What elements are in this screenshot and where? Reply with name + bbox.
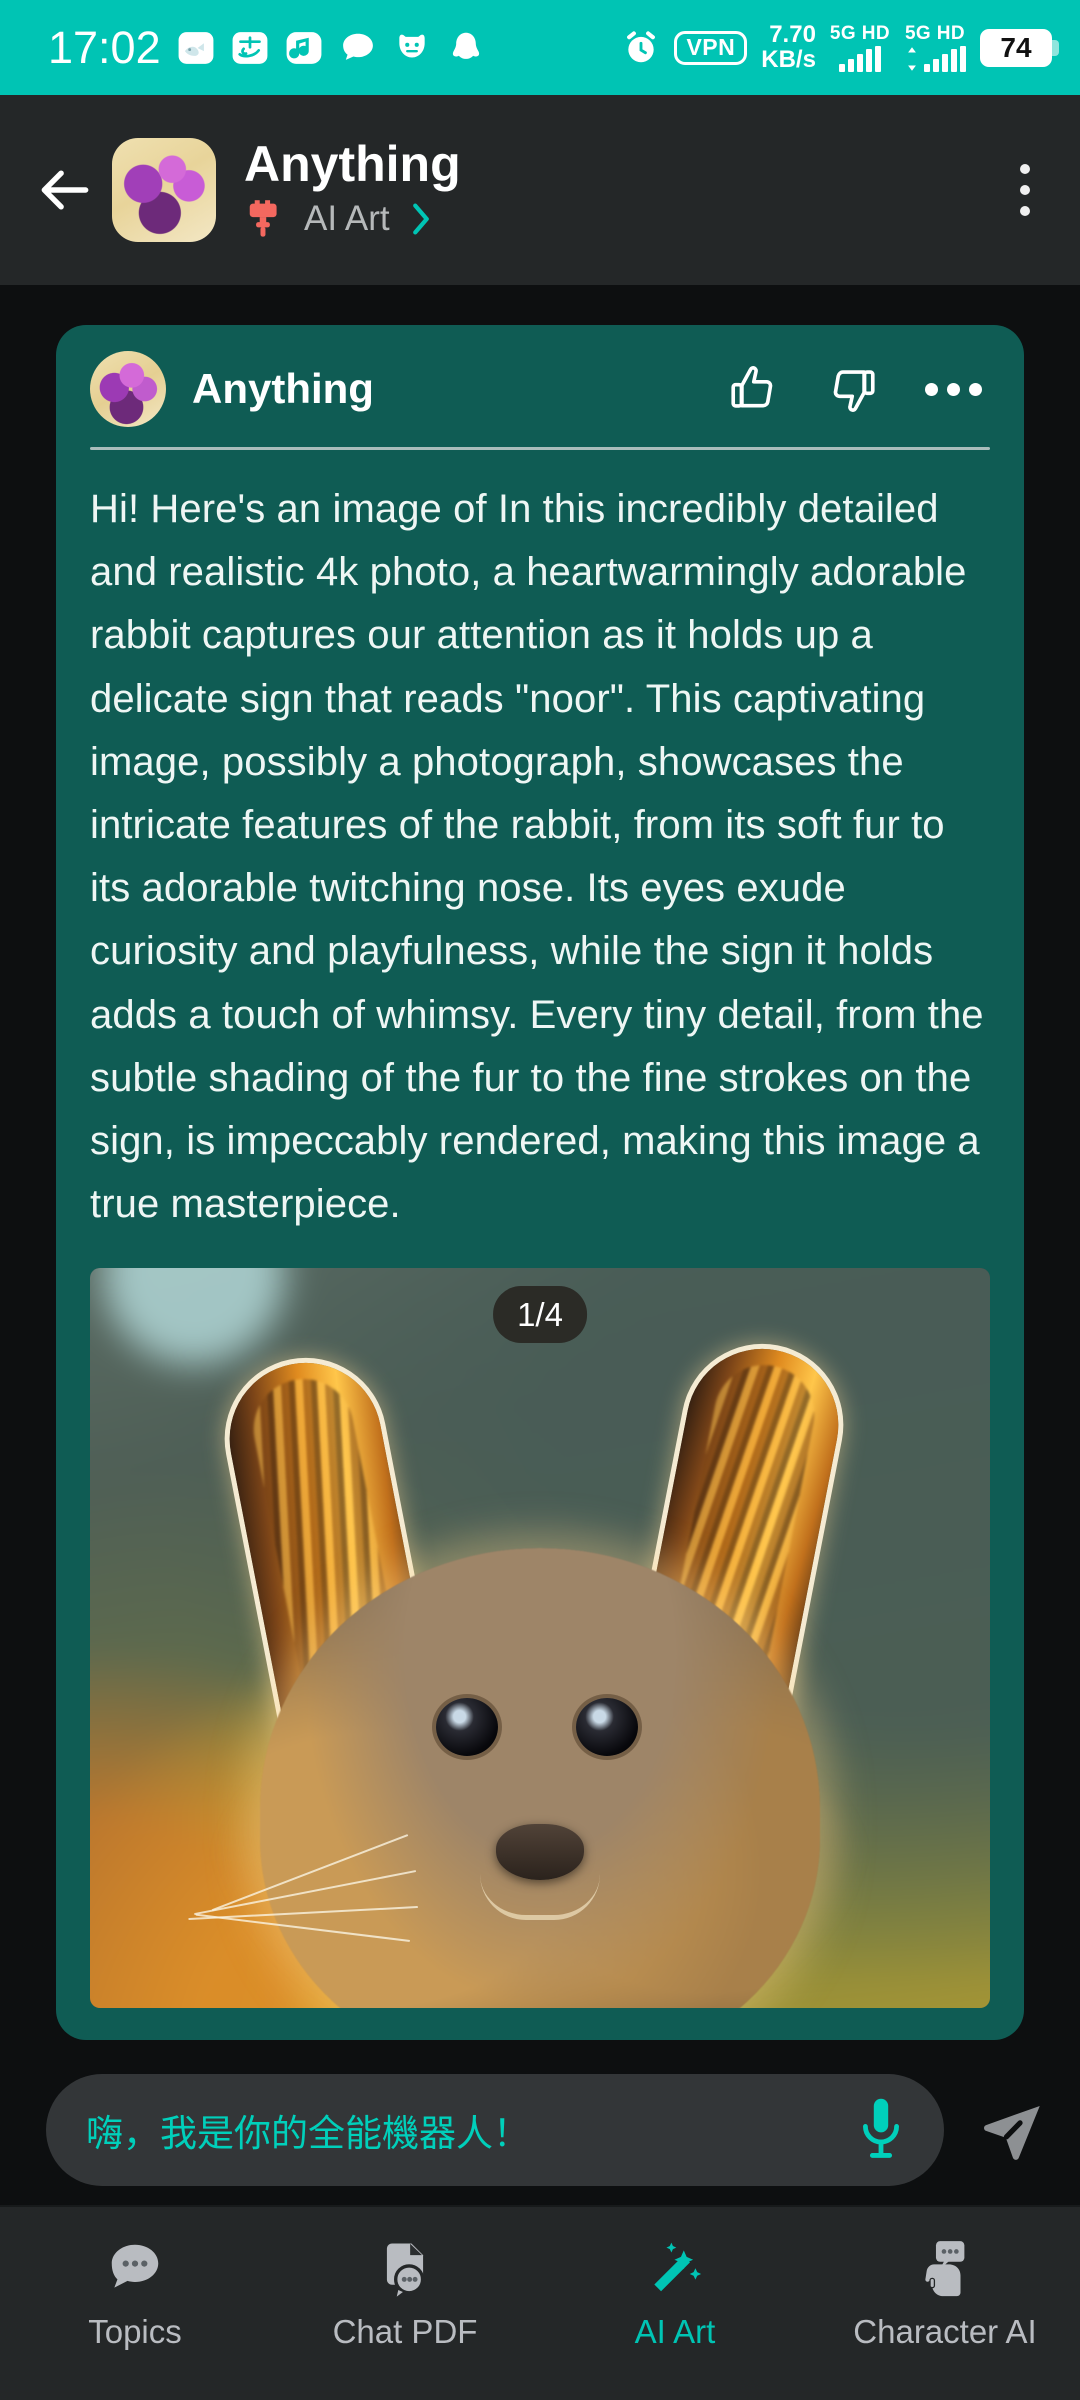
battery-indicator: 74 bbox=[980, 28, 1059, 67]
network-speed-value: 7.70 bbox=[769, 20, 816, 48]
generated-image-container[interactable]: 1/4 bbox=[90, 1268, 990, 2009]
rabbit-eye-right bbox=[576, 1698, 638, 1757]
status-bar-left: 17:02 bbox=[48, 22, 485, 74]
music-note-icon bbox=[286, 31, 322, 64]
chevron-right-icon bbox=[412, 203, 429, 235]
sim2-signal: 5G HD bbox=[904, 23, 966, 72]
whale-icon bbox=[178, 31, 214, 64]
nav-label-character-ai: Character AI bbox=[853, 2313, 1037, 2350]
nav-label-ai-art: AI Art bbox=[634, 2313, 716, 2350]
character-ai-icon bbox=[925, 2241, 965, 2297]
status-clock: 17:02 bbox=[48, 21, 161, 73]
sim1-bars bbox=[838, 46, 881, 72]
qq-penguin-icon bbox=[452, 32, 479, 59]
network-speed-unit: KB/s bbox=[761, 45, 816, 73]
nav-item-chat-pdf[interactable]: Chat PDF bbox=[270, 2237, 540, 2351]
send-icon bbox=[984, 2105, 1040, 2160]
page-title: Anything bbox=[244, 135, 461, 192]
back-arrow-icon bbox=[41, 170, 89, 210]
mask-icon bbox=[398, 34, 425, 57]
back-button[interactable] bbox=[22, 147, 108, 233]
sim2-bars bbox=[924, 46, 966, 72]
nav-item-ai-art[interactable]: AI Art bbox=[540, 2237, 810, 2351]
nav-label-chat-pdf: Chat PDF bbox=[332, 2313, 478, 2350]
alipay-icon bbox=[232, 31, 268, 64]
sim2-bars-row bbox=[904, 46, 966, 72]
chat-bubble-icon bbox=[342, 33, 373, 60]
vpn-badge: VPN bbox=[674, 30, 748, 65]
status-bar-right: VPN 7.70 KB/s 5G HD 5G HD 74 bbox=[622, 20, 1059, 73]
message-input-field[interactable]: 嗨，我是你的全能機器人！ bbox=[46, 2074, 944, 2186]
message-input-bar: 嗨，我是你的全能機器人！ bbox=[0, 2055, 1080, 2205]
sim1-label: 5G HD bbox=[829, 23, 890, 44]
nav-label-topics: Topics bbox=[88, 2313, 182, 2350]
rabbit-nose bbox=[496, 1824, 584, 1881]
paint-roller-icon bbox=[249, 200, 277, 237]
send-button[interactable] bbox=[970, 2088, 1054, 2172]
header-text-block: Anything AI Art bbox=[244, 138, 461, 243]
message-card: Anything Hi! Here's an image of In this … bbox=[56, 325, 1024, 2040]
app-header: Anything AI Art bbox=[0, 95, 1080, 285]
mode-selector[interactable]: AI Art bbox=[244, 196, 461, 242]
chat-pdf-icon bbox=[386, 2243, 425, 2297]
message-card-header: Anything bbox=[56, 325, 1024, 427]
bottom-navigation: Topics Chat PDF AI Art Character AI bbox=[0, 2205, 1080, 2400]
sim2-label: 5G HD bbox=[904, 23, 966, 44]
data-transfer-icon bbox=[908, 47, 916, 71]
network-speed: 7.70 KB/s bbox=[761, 20, 816, 73]
avatar[interactable] bbox=[90, 351, 166, 427]
nav-item-topics[interactable]: Topics bbox=[0, 2237, 270, 2351]
app-screen: 17:02 VPN 7.70 KB/s 5G HD 5G HD 74 Anyth… bbox=[0, 0, 1080, 2400]
rabbit-eye-left bbox=[436, 1698, 498, 1757]
header-avatar[interactable] bbox=[112, 138, 216, 242]
image-counter-badge: 1/4 bbox=[493, 1286, 587, 1344]
rabbit-photo bbox=[90, 1268, 990, 2009]
thumbs-down-icon[interactable] bbox=[823, 360, 881, 418]
battery-level: 74 bbox=[1000, 31, 1032, 63]
microphone-icon[interactable] bbox=[852, 2094, 910, 2166]
status-bar: 17:02 VPN 7.70 KB/s 5G HD 5G HD 74 bbox=[0, 0, 1080, 95]
message-body-text: Hi! Here's an image of In this incredibl… bbox=[90, 487, 984, 1227]
more-vertical-icon[interactable] bbox=[1004, 148, 1046, 232]
nav-item-character-ai[interactable]: Character AI bbox=[810, 2237, 1080, 2351]
input-placeholder-text: 嗨，我是你的全能機器人！ bbox=[86, 2113, 530, 2154]
message-sender-name: Anything bbox=[192, 365, 374, 412]
more-horizontal-icon[interactable] bbox=[921, 373, 986, 406]
topics-bubble-icon bbox=[111, 2244, 159, 2288]
alarm-icon bbox=[627, 30, 656, 62]
mode-label: AI Art bbox=[304, 199, 390, 239]
sim1-signal: 5G HD bbox=[830, 23, 890, 72]
thumbs-up-icon[interactable] bbox=[725, 360, 783, 418]
message-actions bbox=[725, 360, 986, 418]
magic-wand-icon bbox=[654, 2242, 702, 2292]
